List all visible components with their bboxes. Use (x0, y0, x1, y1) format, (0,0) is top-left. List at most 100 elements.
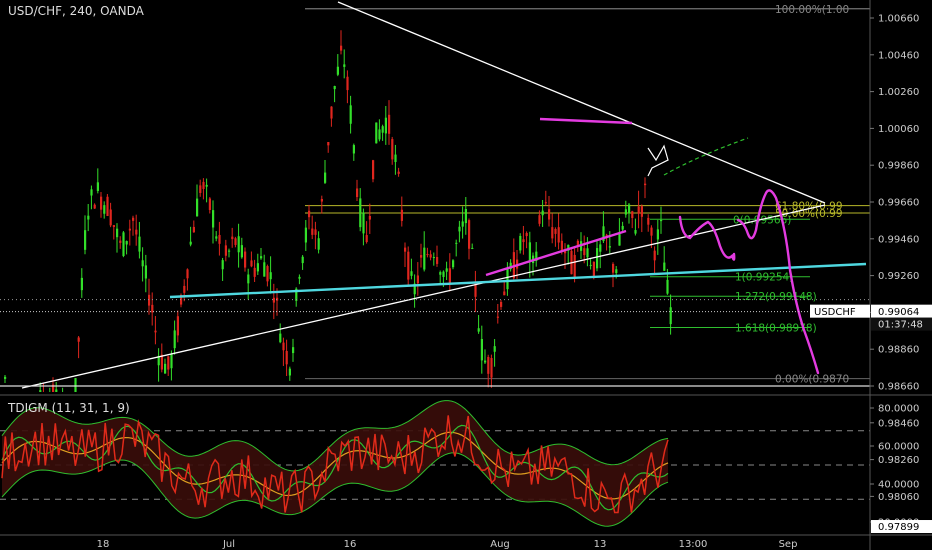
candle-body (311, 228, 314, 235)
candle-body (192, 226, 195, 233)
candle-body (650, 227, 653, 236)
candle-body (541, 210, 544, 216)
time-tick-label: Aug (490, 539, 510, 550)
candle-body (336, 66, 339, 75)
candle-body (461, 221, 464, 227)
candle-body (375, 122, 378, 144)
candle-body (109, 209, 112, 226)
indicator-tick-label: 80.0000 (878, 404, 919, 415)
candle-body (448, 268, 451, 283)
candle-body (589, 264, 592, 266)
candle-body (608, 246, 611, 248)
candle-body (247, 274, 250, 284)
candle-body (628, 204, 631, 214)
candle-body (538, 215, 541, 224)
candle-body (573, 254, 576, 278)
candle-body (442, 271, 445, 277)
candle-body (279, 333, 282, 343)
price-tick-label: 1.00660 (878, 14, 919, 25)
candle-body (394, 154, 397, 163)
candle-body (596, 248, 599, 269)
candle-body (215, 236, 218, 239)
candle-body (426, 254, 429, 256)
candle-body (202, 181, 205, 189)
candle-body (186, 269, 189, 279)
candle-body (253, 267, 256, 277)
candle-body (388, 114, 391, 134)
chart-canvas: 100.00%(1.0061.80%(0.9950.00%(0.990.00%(… (0, 0, 932, 550)
candle-body (551, 227, 554, 239)
low-price-value: 0.97899 (878, 522, 919, 533)
candle-body (599, 244, 602, 252)
candle-body (221, 260, 224, 270)
candle-body (122, 232, 125, 257)
candle-body (317, 238, 320, 250)
candle-body (464, 209, 467, 224)
candle-body (503, 291, 506, 296)
candle-body (493, 346, 496, 352)
candle-body (487, 356, 490, 374)
candle-body (436, 257, 439, 264)
candle-body (480, 339, 483, 361)
candle-body (484, 360, 487, 363)
candle-body (308, 210, 311, 218)
candle-body (106, 196, 109, 217)
candle-body (631, 211, 634, 219)
candle-body (324, 172, 327, 183)
candle-body (135, 229, 138, 235)
candle-body (429, 254, 432, 258)
candle-body (173, 330, 176, 349)
candle-body (218, 234, 221, 244)
candle-body (132, 217, 135, 221)
candle-body (285, 350, 288, 365)
indicator-title: TDIGM (11, 31, 1, 9) (8, 401, 130, 415)
candle-body (272, 297, 275, 303)
indicator-tick-label: 60.0000 (878, 442, 919, 453)
candle-body (372, 160, 375, 180)
candle-body (468, 220, 471, 249)
candle-body (439, 272, 442, 275)
candle-body (612, 263, 615, 273)
candle-body (80, 277, 83, 291)
candle-body (189, 241, 192, 245)
candle-body (452, 260, 455, 268)
candle-body (349, 105, 352, 124)
candle-body (84, 230, 87, 250)
candle-body (327, 141, 330, 146)
candle-body (260, 256, 263, 259)
candle-body (87, 215, 90, 220)
candle-body (368, 216, 371, 220)
candle-body (548, 209, 551, 220)
candle-body (477, 328, 480, 332)
time-tick-label: Sep (779, 539, 798, 550)
candle-body (167, 356, 170, 370)
candle-body (231, 236, 234, 240)
candle-body (282, 342, 285, 351)
candle-body (471, 247, 474, 249)
fib-level-label: 0.00%(0.9870 (775, 374, 849, 386)
candle-body (660, 219, 663, 222)
candle-body (164, 363, 167, 374)
time-tick-label: Jul (222, 539, 235, 550)
candle-body (621, 225, 624, 230)
candle-body (544, 202, 547, 204)
candle-body (346, 76, 349, 91)
candle-body (663, 262, 666, 271)
candle-body (618, 234, 621, 246)
candle-body (103, 205, 106, 214)
candle-body (647, 217, 650, 225)
candle-body (653, 250, 656, 261)
candle-body (500, 301, 503, 307)
candle-body (304, 227, 307, 243)
candle-body (378, 129, 381, 140)
extension-level-label: 1.272(0.99148) (735, 291, 817, 303)
price-tick-label: 0.98260 (878, 455, 919, 466)
candle-body (404, 247, 407, 252)
candle-body (333, 86, 336, 90)
chart-title: USD/CHF, 240, OANDA (8, 4, 144, 18)
candle-body (557, 227, 560, 243)
price-tick-label: 0.98660 (878, 382, 919, 393)
candle-body (340, 45, 343, 51)
candle-body (144, 265, 147, 279)
candle-body (314, 229, 317, 235)
